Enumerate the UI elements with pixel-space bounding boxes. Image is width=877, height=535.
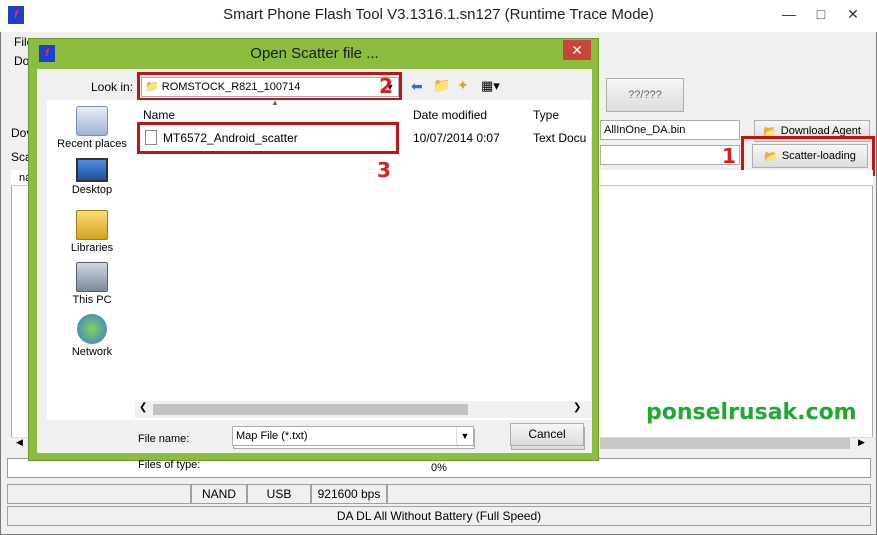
minimize-icon[interactable]: —: [776, 4, 802, 24]
back-arrow-icon[interactable]: ⬅: [411, 78, 423, 95]
dialog-body: Look in: 📁 ROMSTOCK_R821_100714 ▼ 2 ⬅ 📁 …: [37, 69, 592, 471]
view-menu-icon[interactable]: ▦▾: [481, 78, 500, 94]
chevron-down-icon[interactable]: ▼: [456, 427, 473, 445]
question-button[interactable]: ??/???: [606, 78, 684, 112]
window-title: Smart Phone Flash Tool V3.1316.1.sn127 (…: [223, 6, 654, 23]
status-baud: 921600 bps: [311, 484, 387, 504]
network-icon: [77, 314, 107, 344]
files-of-type-label: Files of type:: [138, 459, 201, 471]
place-recent[interactable]: Recent places: [47, 106, 137, 150]
status-port: USB: [247, 484, 311, 504]
status-bar: NAND USB 921600 bps: [7, 484, 871, 504]
file-list-scroll-thumb[interactable]: [153, 404, 468, 415]
up-folder-icon[interactable]: 📁: [433, 77, 450, 94]
place-libraries[interactable]: Libraries: [47, 210, 137, 254]
place-network[interactable]: Network: [47, 314, 137, 358]
progress-bar: 0%: [7, 458, 871, 478]
libraries-icon: [76, 210, 108, 240]
file-name-label: File name:: [138, 433, 190, 445]
da-path-field: AllInOne_DA.bin: [600, 120, 740, 140]
look-in-label: Look in:: [91, 80, 134, 94]
place-this-pc[interactable]: This PC: [47, 262, 137, 306]
new-folder-icon[interactable]: ✦: [457, 77, 469, 94]
files-of-type-select[interactable]: Map File (*.txt) ▼: [232, 426, 474, 446]
dialog-title: Open Scatter file ...: [250, 45, 379, 62]
highlight-box-3: [137, 122, 399, 154]
scroll-right-icon[interactable]: ▶: [858, 437, 865, 448]
status-cell-empty-2: [387, 484, 871, 504]
status-mode: DA DL All Without Battery (Full Speed): [7, 506, 871, 526]
scatter-loading-button[interactable]: 📂 Scatter-loading: [752, 144, 868, 168]
watermark-text: ponselrusak.com: [646, 400, 857, 425]
places-bar: Recent places Desktop Libraries This PC …: [47, 100, 137, 420]
recent-places-icon: [76, 106, 108, 136]
annotation-2: 2: [379, 74, 393, 98]
column-date[interactable]: Date modified: [413, 108, 487, 122]
close-icon[interactable]: ✕: [840, 4, 866, 24]
scroll-left-icon[interactable]: ❮: [139, 402, 147, 413]
status-cell-empty: [7, 484, 191, 504]
cancel-button[interactable]: Cancel: [510, 423, 584, 446]
dialog-close-icon[interactable]: ✕: [563, 40, 591, 60]
scroll-left-icon[interactable]: ◀: [16, 437, 23, 448]
folder-open-icon: 📂: [764, 150, 778, 163]
file-date: 10/07/2014 0:07: [413, 131, 500, 145]
scroll-right-icon[interactable]: ❯: [573, 402, 581, 413]
scrollbar-thumb[interactable]: [600, 438, 850, 449]
this-pc-icon: [76, 262, 108, 292]
sort-caret-icon: ▲: [271, 98, 279, 107]
column-name[interactable]: Name: [143, 108, 175, 122]
file-type: Text Docu: [533, 131, 587, 145]
desktop-icon: [76, 158, 108, 182]
annotation-3: 3: [377, 158, 391, 182]
highlight-box-2: [137, 72, 402, 101]
place-desktop[interactable]: Desktop: [47, 158, 137, 196]
status-storage: NAND: [191, 484, 247, 504]
file-list-pane[interactable]: ▲ Name Date modified Type MT6572_Android…: [135, 98, 591, 420]
scatter-path-field: [600, 145, 740, 165]
annotation-1: 1: [722, 144, 736, 168]
column-type[interactable]: Type: [533, 108, 559, 122]
maximize-icon[interactable]: □: [808, 4, 834, 24]
open-scatter-dialog: f Open Scatter file ... ✕ Look in: 📁 ROM…: [28, 38, 599, 471]
